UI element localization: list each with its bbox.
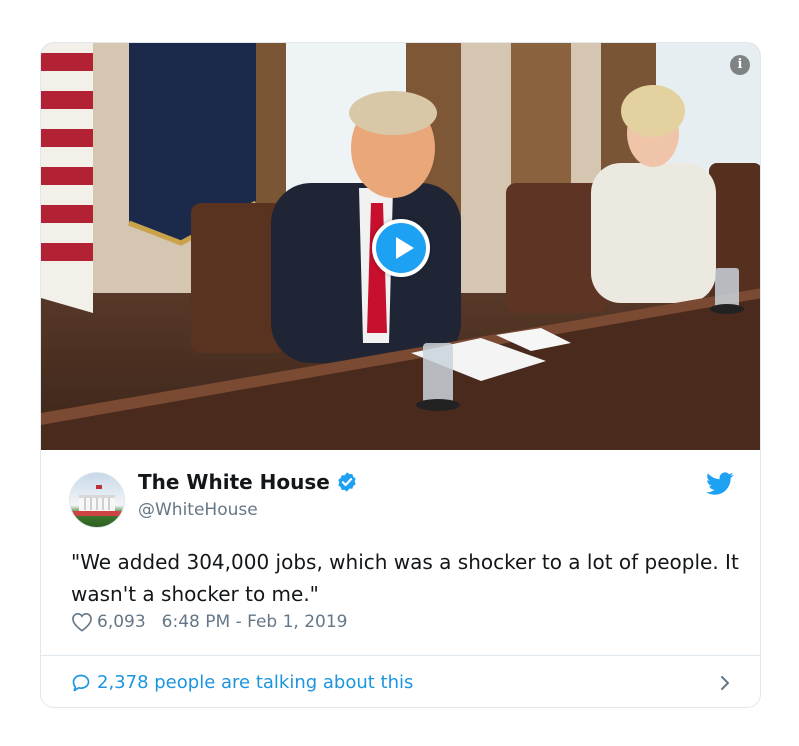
reply-bubble-icon [72,674,90,691]
play-button[interactable] [372,219,430,277]
tweet-meta: 6,093 6:48 PM - Feb 1, 2019 [71,612,348,632]
embedded-tweet-card: i The White House @WhiteHouse "We added … [40,42,761,708]
video-thumbnail[interactable]: i [41,43,760,450]
like-count[interactable]: 6,093 [97,612,146,632]
info-icon[interactable]: i [730,55,750,75]
avatar[interactable] [69,472,125,528]
chevron-right-icon[interactable] [718,673,732,693]
tweet-body: The White House @WhiteHouse "We added 30… [41,450,760,655]
tweet-timestamp[interactable]: 6:48 PM - Feb 1, 2019 [162,612,348,632]
verified-badge-icon [338,472,356,492]
talking-count-link[interactable]: 2,378 people are talking about this [97,672,413,693]
twitter-bird-icon[interactable] [706,472,734,496]
author-name[interactable]: The White House [138,470,330,494]
author-row: The White House [138,470,358,494]
conversation-link[interactable]: 2,378 people are talking about this [41,655,760,707]
author-handle[interactable]: @WhiteHouse [138,500,258,520]
heart-icon[interactable] [71,612,93,632]
tweet-text: "We added 304,000 jobs, which was a shoc… [71,550,739,606]
